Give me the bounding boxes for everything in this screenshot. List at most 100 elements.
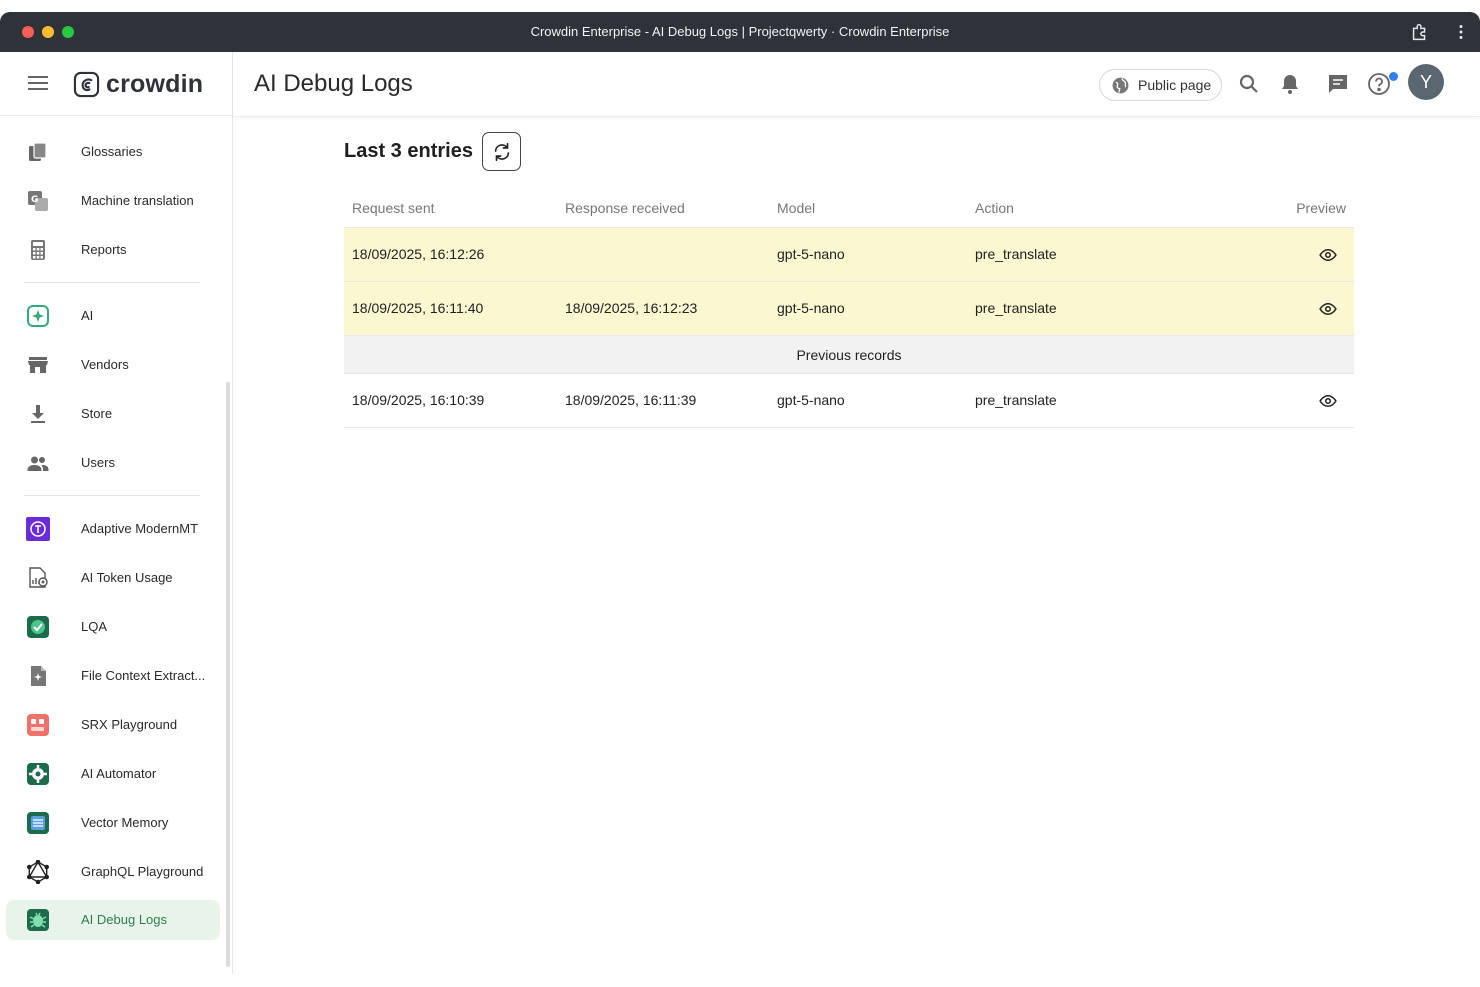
sidebar-item-ai-debug-logs[interactable]: AI Debug Logs	[6, 900, 220, 940]
sidebar-item-label: Users	[81, 455, 115, 470]
sidebar-item-label: Glossaries	[81, 144, 143, 159]
cell-request-sent: 18/09/2025, 16:12:26	[352, 246, 485, 262]
preview-eye-icon[interactable]	[1319, 392, 1337, 410]
sidebar-item-label: Vendors	[81, 357, 129, 372]
sidebar-item-file-context-extract[interactable]: File Context Extract...	[6, 656, 220, 696]
sidebar-item-label: Machine translation	[81, 193, 194, 208]
sidebar-item-label: AI Token Usage	[81, 570, 173, 585]
menu-icon[interactable]	[28, 76, 48, 92]
bell-icon[interactable]	[1278, 72, 1302, 96]
column-header-model[interactable]: Model	[777, 200, 815, 216]
srx-app-icon	[27, 714, 49, 736]
preview-eye-icon[interactable]	[1319, 246, 1337, 264]
sidebar-item-label: Store	[81, 406, 113, 421]
sidebar-item-ai-token-usage[interactable]: AI Token Usage	[6, 558, 220, 598]
table-row[interactable]: 18/09/2025, 16:10:39 18/09/2025, 16:11:3…	[344, 374, 1354, 428]
column-header-response-received[interactable]: Response received	[565, 200, 685, 216]
cell-request-sent: 18/09/2025, 16:10:39	[352, 392, 485, 408]
sidebar-item-adaptive-modernmt[interactable]: Adaptive ModernMT	[6, 509, 220, 549]
cell-model: gpt-5-nano	[777, 300, 845, 316]
token-usage-icon	[29, 567, 48, 588]
refresh-icon	[494, 142, 509, 161]
sidebar-item-reports[interactable]: Reports	[6, 230, 220, 270]
sidebar-item-label: LQA	[81, 619, 108, 634]
sidebar-item-label: AI	[81, 308, 94, 323]
sidebar-item-vendors[interactable]: Vendors	[6, 345, 220, 385]
public-page-button[interactable]: Public page	[1099, 69, 1222, 101]
window-titlebar: Crowdin Enterprise - AI Debug Logs | Pro…	[0, 12, 1480, 52]
cell-model: gpt-5-nano	[777, 392, 845, 408]
sidebar-item-label: AI Automator	[81, 766, 157, 781]
more-vertical-icon[interactable]	[1450, 21, 1472, 43]
cell-action: pre_translate	[975, 300, 1057, 316]
cell-action: pre_translate	[975, 246, 1057, 262]
browser-window: Crowdin Enterprise - AI Debug Logs | Pro…	[0, 12, 1480, 974]
window-title: Crowdin Enterprise - AI Debug Logs | Pro…	[530, 24, 950, 39]
vector-memory-icon	[27, 812, 49, 834]
cell-model: gpt-5-nano	[777, 246, 845, 262]
globe-icon	[1112, 77, 1129, 93]
help-icon[interactable]	[1367, 72, 1391, 96]
preview-eye-icon[interactable]	[1319, 300, 1337, 318]
sidebar: crowdin Glossaries G Machine translation…	[0, 52, 233, 974]
extensions-icon[interactable]	[1409, 21, 1431, 43]
avatar[interactable]: Y	[1408, 64, 1444, 100]
sidebar-item-srx-playground[interactable]: SRX Playground	[6, 705, 220, 745]
sidebar-item-label: Adaptive ModernMT	[81, 521, 199, 536]
refresh-button[interactable]	[482, 132, 521, 171]
table-row[interactable]: 18/09/2025, 16:12:26 gpt-5-nano pre_tran…	[344, 228, 1354, 282]
previous-records-separator: Previous records	[344, 336, 1354, 374]
cell-response-received: 18/09/2025, 16:11:39	[565, 392, 697, 408]
notification-dot	[1389, 72, 1398, 81]
chat-icon[interactable]	[1326, 72, 1350, 96]
crowdin-logo-text: crowdin	[106, 69, 204, 98]
sidebar-item-label: SRX Playground	[81, 717, 178, 732]
debug-logs-table: Request sent Response received Model Act…	[344, 190, 1354, 428]
sidebar-item-label: GraphQL Playground	[81, 864, 204, 879]
svg-text:G: G	[31, 195, 38, 205]
sidebar-item-graphql-playground[interactable]: GraphQL Playground	[6, 852, 220, 892]
sidebar-item-ai[interactable]: AI	[6, 296, 220, 336]
sidebar-item-label: File Context Extract...	[81, 668, 206, 683]
glossary-icon	[29, 142, 47, 161]
calculator-icon	[31, 240, 45, 260]
sidebar-divider	[24, 282, 200, 283]
sidebar-item-lqa[interactable]: LQA	[6, 607, 220, 647]
crowdin-logo[interactable]: crowdin	[73, 69, 203, 99]
sidebar-item-label: Reports	[81, 242, 127, 257]
sidebar-divider	[24, 495, 200, 496]
store-front-icon	[28, 357, 48, 373]
ai-sparkle-icon	[27, 305, 49, 327]
modernmt-app-icon	[26, 517, 50, 541]
sidebar-item-label: AI Debug Logs	[81, 912, 168, 927]
entries-title: Last 3 entries	[344, 140, 473, 162]
main-content: Last 3 entries Request sent Response rec…	[233, 118, 1480, 974]
users-icon	[27, 456, 49, 471]
search-icon[interactable]	[1237, 72, 1261, 96]
table-row[interactable]: 18/09/2025, 16:11:40 18/09/2025, 16:12:2…	[344, 282, 1354, 336]
sidebar-item-ai-automator[interactable]: AI Automator	[6, 754, 220, 794]
crowdin-logo-icon	[73, 71, 100, 97]
cell-request-sent: 18/09/2025, 16:11:40	[352, 300, 484, 316]
public-page-label: Public page	[1138, 77, 1212, 93]
file-context-icon	[31, 666, 46, 686]
sidebar-item-label: Vector Memory	[81, 815, 169, 830]
sidebar-item-store[interactable]: Store	[6, 394, 220, 434]
column-header-request-sent[interactable]: Request sent	[352, 200, 435, 216]
sidebar-item-users[interactable]: Users	[6, 443, 220, 483]
column-header-preview: Preview	[1296, 200, 1346, 216]
column-header-action[interactable]: Action	[975, 200, 1014, 216]
machine-translation-icon: G	[28, 191, 48, 211]
sidebar-item-glossaries[interactable]: Glossaries	[6, 132, 220, 172]
sidebar-item-vector-memory[interactable]: Vector Memory	[6, 803, 220, 843]
sidebar-header: crowdin	[0, 52, 232, 116]
page-title: AI Debug Logs	[254, 70, 413, 97]
cell-response-received: 18/09/2025, 16:12:23	[565, 300, 698, 316]
graphql-icon	[26, 860, 50, 884]
cell-action: pre_translate	[975, 392, 1057, 408]
lqa-app-icon	[27, 616, 49, 638]
sidebar-item-machine-translation[interactable]: G Machine translation	[6, 181, 220, 221]
sidebar-scrollbar[interactable]	[226, 382, 230, 967]
bug-app-icon	[27, 909, 49, 931]
table-header: Request sent Response received Model Act…	[344, 190, 1354, 228]
